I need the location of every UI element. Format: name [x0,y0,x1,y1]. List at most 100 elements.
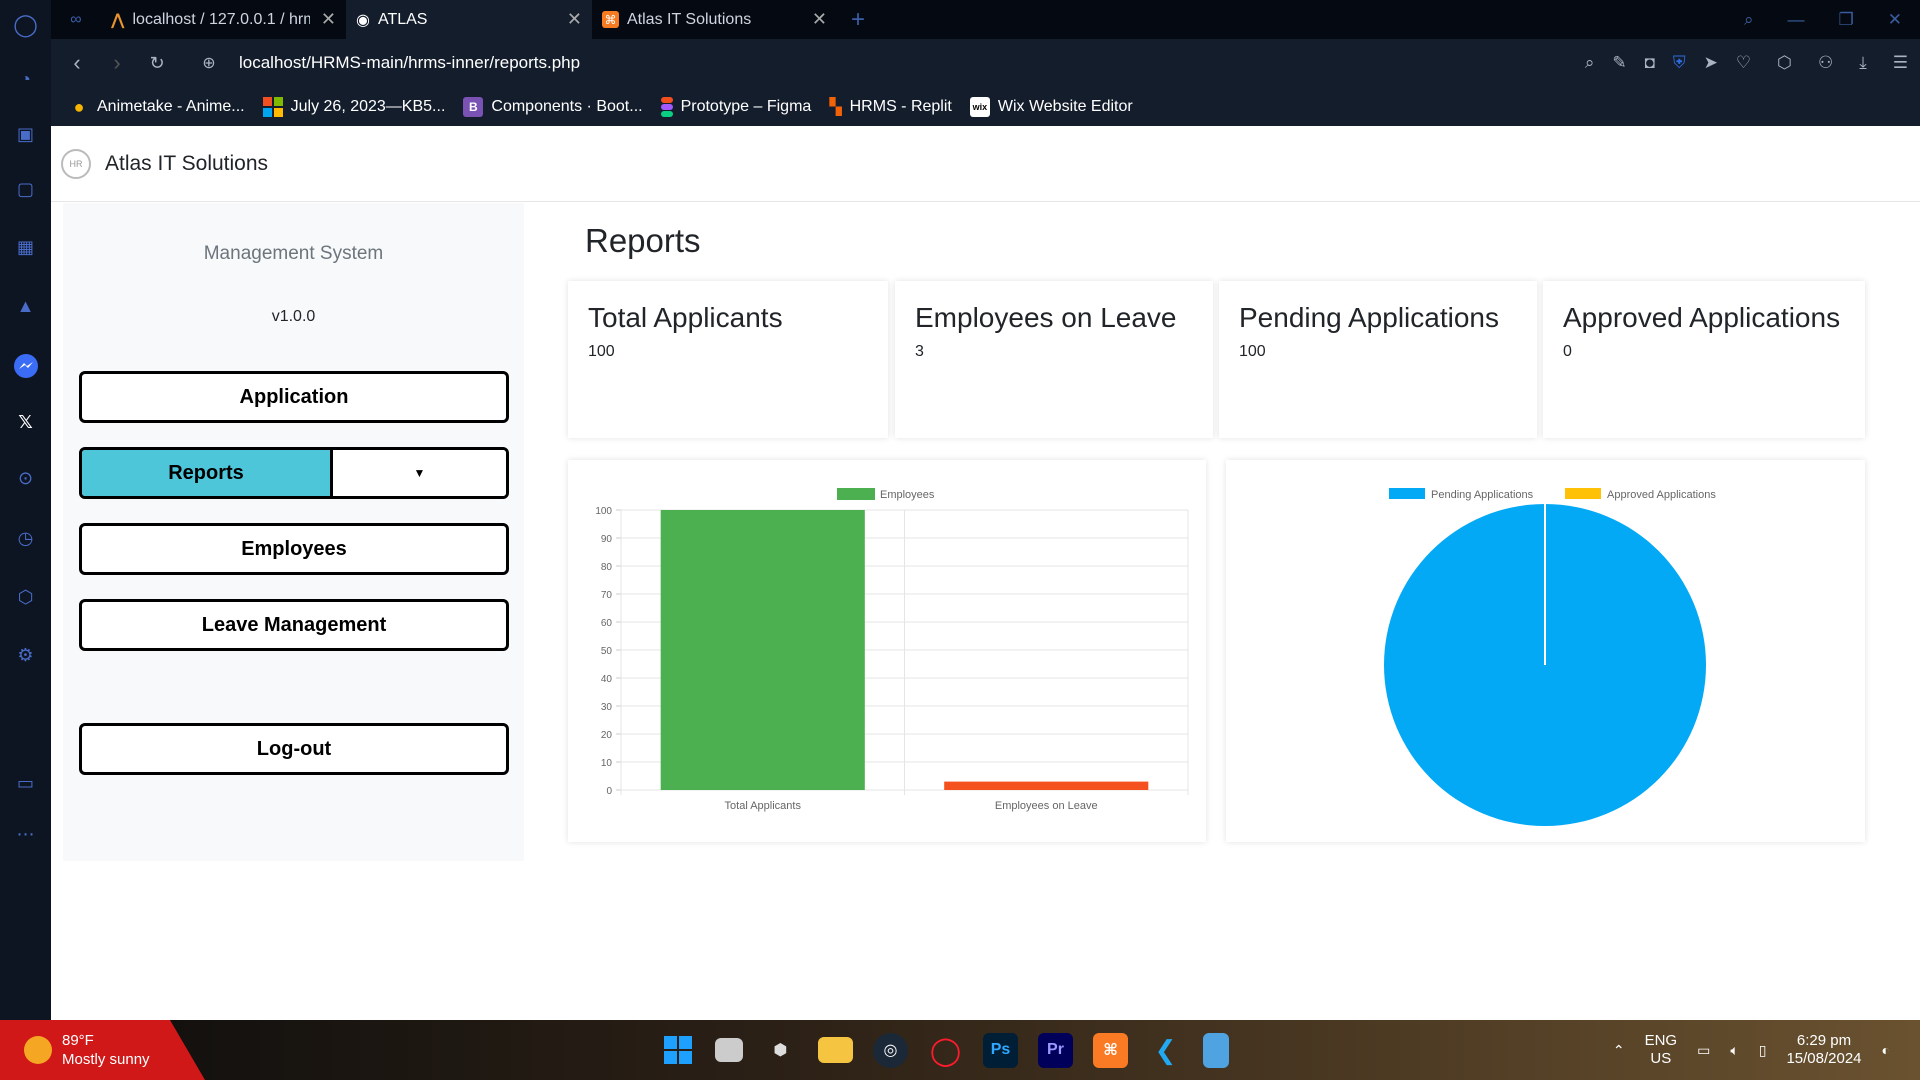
language-indicator[interactable]: ENG US [1645,1032,1678,1068]
xampp-taskbar-icon[interactable]: ⌘ [1093,1032,1128,1068]
bar [944,781,1149,790]
extensions-cube-icon[interactable]: ⬡ [0,568,51,626]
player-icon[interactable]: ⊙ [0,448,51,508]
opera-logo-icon[interactable]: ◯ [0,0,51,50]
y-tick-label: 20 [601,730,613,741]
chip-icon[interactable]: ▦ [0,218,51,276]
close-tab-icon[interactable]: ✕ [321,9,336,30]
history-icon[interactable]: ◷ [0,508,51,568]
minimize-icon[interactable]: — [1788,10,1805,30]
bookmark-microsoft[interactable]: July 26, 2023—KB5... [262,96,446,117]
bookmark-bootstrap[interactable]: B Components · Boot... [463,96,643,117]
y-tick-label: 10 [601,758,613,769]
bookmark-label: July 26, 2023—KB5... [290,97,446,115]
send-icon[interactable]: ➤ [1704,53,1718,73]
bookmark-wix[interactable]: wix Wix Website Editor [969,96,1133,117]
site-info-icon[interactable]: ⊕ [189,53,229,73]
battery-icon[interactable]: ▯ [1759,1042,1767,1059]
legend-label: Pending Applications [1431,489,1534,501]
opera-icon[interactable]: ◯ [928,1033,963,1068]
shopping-bag-icon[interactable]: ▣ [0,108,51,160]
close-tab-icon[interactable]: ✕ [812,9,827,30]
photoshop-icon[interactable]: Ps [983,1032,1018,1068]
card-title: Approved Applications [1563,302,1841,333]
speed-dial-icon[interactable]: ◔ [0,50,51,108]
x-twitter-icon[interactable]: 𝕏 [0,396,51,448]
bookmark-figma[interactable]: Prototype – Figma [660,96,811,117]
region-line: US [1650,1050,1672,1067]
bookmark-replit[interactable]: ▚ HRMS - Replit [829,97,952,117]
flame-icon: ● [73,96,85,117]
card-title: Total Applicants [588,302,783,333]
workspace-icon[interactable]: ∞ [51,0,101,39]
chevron-up-icon[interactable]: ⌃ [1613,1042,1625,1059]
system-tray: ⌃ ENG US ▭ 🔈︎ ▯ 6:29 pm 15/08/2024 ◐ [1613,1020,1890,1080]
tab-atlas-it[interactable]: ⌘ Atlas IT Solutions ✕ [592,0,837,39]
window-controls: ⌕ — ❐ ✕ [1744,0,1920,39]
premiere-icon[interactable]: Pr [1038,1032,1073,1068]
forward-icon[interactable]: › [97,50,137,76]
microsoft-icon [262,96,283,117]
brand-name[interactable]: Atlas IT Solutions [105,152,268,176]
bookmark-label: Wix Website Editor [997,97,1133,115]
settings-gear-icon[interactable]: ⚙ [0,626,51,684]
easy-setup-icon[interactable]: ▭ [0,684,51,804]
close-tab-icon[interactable]: ✕ [567,9,582,30]
task-view-icon[interactable] [715,1038,743,1062]
notepad-icon[interactable] [1203,1032,1229,1068]
logout-button[interactable]: Log-out [79,723,509,775]
reports-split-button: Reports ▼ [79,447,509,499]
browser-toolbar: ⌕ ✎ ◘ ⛨ ➤ ♡ ⬡ ⚇ ⤓ ☰ [1585,39,1908,87]
sun-cloud-icon [24,1036,52,1064]
y-tick-label: 40 [601,674,613,685]
more-dots-icon[interactable]: ⋯ [0,804,51,864]
clock[interactable]: 6:29 pm 15/08/2024 [1786,1032,1861,1068]
windows-start-icon[interactable] [660,1033,695,1068]
leave-management-button[interactable]: Leave Management [79,599,509,651]
camera-icon[interactable]: ◘ [1645,53,1655,73]
reports-dropdown-toggle[interactable]: ▼ [333,450,506,496]
network-icon[interactable]: ▭ [1697,1042,1710,1059]
weather-widget[interactable]: 89°F Mostly sunny [0,1020,205,1080]
vpn-shield-icon[interactable]: ⛨ [1673,53,1686,73]
close-window-icon[interactable]: ✕ [1888,10,1902,30]
messenger-icon[interactable] [0,336,51,396]
notification-icon[interactable]: ◐ [1882,1042,1890,1058]
cube-icon[interactable]: ⬡ [1777,53,1792,73]
url-field[interactable]: localhost/HRMS-main/hrms-inner/reports.p… [239,53,580,73]
aria-icon[interactable]: ▲ [0,276,51,336]
easy-setup-menu-icon[interactable]: ☰ [1893,53,1908,73]
twitch-icon[interactable]: ▢ [0,160,51,218]
legend-label: Approved Applications [1607,489,1716,501]
steam-icon[interactable]: ◎ [873,1032,908,1068]
zoom-icon[interactable]: ⌕ [1585,53,1595,73]
brand-logo[interactable]: HR [61,148,91,179]
reload-icon[interactable]: ↻ [137,53,177,74]
search-tabs-icon[interactable]: ⌕ [1744,10,1754,30]
y-tick-label: 80 [601,562,613,573]
tab-atlas[interactable]: ◉ ATLAS ✕ [346,0,592,39]
back-icon[interactable]: ‹ [57,50,97,76]
volume-icon[interactable]: 🔈︎ [1730,1042,1738,1059]
edit-icon[interactable]: ✎ [1612,53,1626,73]
new-tab-button[interactable]: + [851,0,865,39]
url-host: localhost [239,53,307,72]
y-tick-label: 90 [601,534,613,545]
taskbar: 89°F Mostly sunny ⬢ ◎ ◯ Ps Pr ⌘ ❮ ⌃ ENG … [0,1020,1920,1080]
tab-phpmyadmin[interactable]: ⋀ localhost / 127.0.0.1 / hrms ✕ [101,0,346,39]
employees-button[interactable]: Employees [79,523,509,575]
file-explorer-icon[interactable] [818,1037,853,1063]
application-button[interactable]: Application [79,371,509,423]
x-tick-label: Employees on Leave [995,800,1098,812]
y-tick-label: 70 [601,590,613,601]
clock-time: 6:29 pm [1796,1032,1852,1049]
heart-icon[interactable]: ♡ [1736,53,1751,73]
download-icon[interactable]: ⤓ [1859,53,1867,73]
bookmark-animetake[interactable]: ● Animetake - Anime... [69,97,245,117]
unity-icon[interactable]: ⬢ [763,1033,798,1068]
profile-icon[interactable]: ⚇ [1818,53,1833,73]
reports-button[interactable]: Reports [82,450,333,496]
stat-card-employees-on-leave: Employees on Leave 3 [895,281,1213,438]
restore-icon[interactable]: ❐ [1839,10,1854,30]
vscode-icon[interactable]: ❮ [1148,1033,1183,1068]
